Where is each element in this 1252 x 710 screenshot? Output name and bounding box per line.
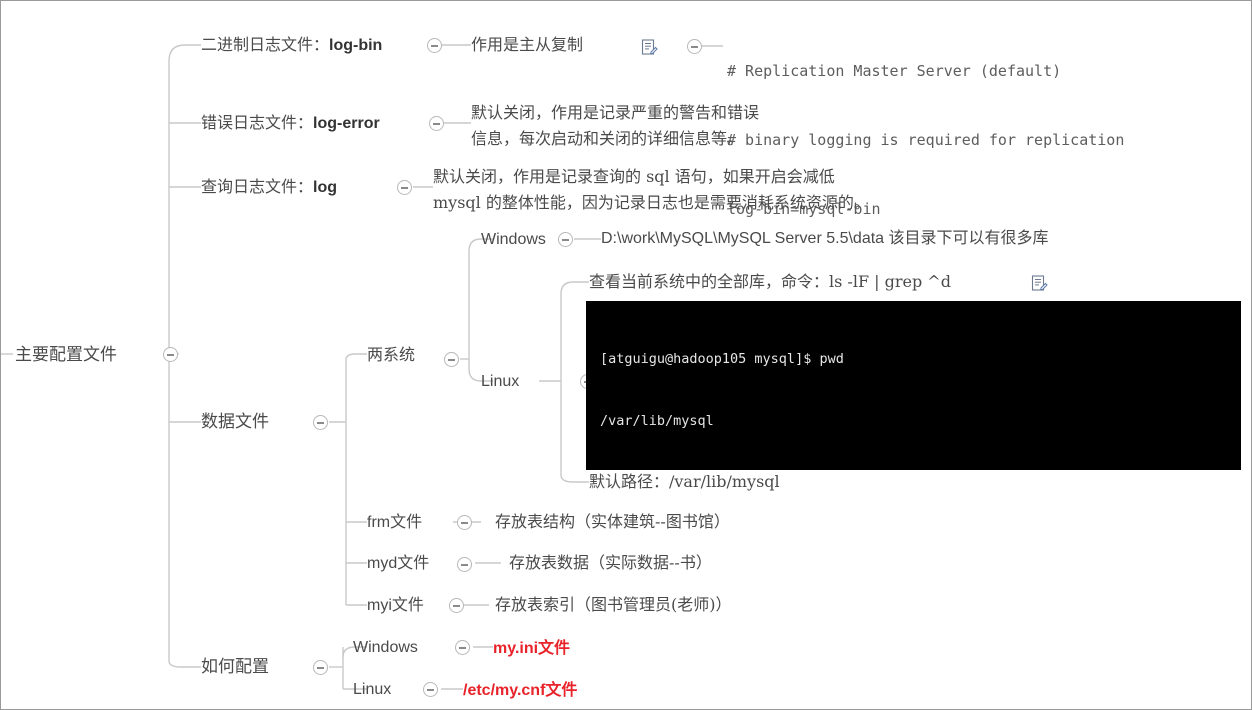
node-log-query-label-en: log (313, 179, 338, 196)
config-windows-file: my.ini文件 (493, 637, 570, 660)
node-frm-file-ext: frm (367, 514, 391, 531)
log-error-desc-line-2: 信息，每次启动和关闭的详细信息等。 (471, 129, 744, 148)
log-query-description: 默认关闭，作用是记录查询的 sql 语句，如果开启会减低 mysql 的整体性能… (433, 164, 870, 216)
node-log-bin[interactable]: 二进制日志文件：log-bin (201, 34, 382, 57)
terminal-line: /var/lib/mysql (600, 411, 1241, 432)
frm-file-description: 存放表结构（实体建筑--图书馆） (495, 512, 730, 531)
node-log-query-label-cn: 查询日志文件： (201, 177, 314, 196)
windows-datadir-description: D:\work\MySQL\MySQL Server 5.5\data 该目录下… (601, 228, 1049, 250)
node-how-to-config[interactable]: 如何配置 (201, 656, 269, 679)
root-node[interactable]: 主要配置文件 (15, 344, 117, 367)
config-os-windows[interactable]: Windows (353, 637, 418, 659)
root-collapse-toggle[interactable] (163, 347, 178, 362)
terminal-command: pwd (819, 350, 844, 367)
myd-file-toggle[interactable] (457, 557, 472, 572)
terminal-line: [atguigu@hadoop105 mysql]$ pwd (600, 349, 1241, 370)
data-file-collapse-toggle[interactable] (313, 415, 328, 430)
node-myi-file-suffix: 文件 (391, 595, 424, 614)
log-bin-description: 作用是主从复制 (471, 35, 584, 54)
config-windows-toggle[interactable] (455, 640, 470, 655)
myd-file-description: 存放表数据（实际数据--书） (509, 553, 712, 572)
log-error-description: 默认关闭，作用是记录严重的警告和错误 信息，每次启动和关闭的详细信息等。 (471, 100, 759, 152)
config-linux-file: /etc/my.cnf文件 (463, 679, 577, 702)
node-log-bin-label-en: log-bin (329, 37, 383, 54)
note-document-icon[interactable] (1031, 275, 1048, 292)
config-linux-toggle[interactable] (423, 682, 438, 697)
log-error-desc-line-1: 默认关闭，作用是记录严重的警告和错误 (471, 103, 760, 122)
node-frm-file[interactable]: frm文件 (367, 511, 422, 534)
linux-default-path: 默认路径：/var/lib/mysql (589, 472, 780, 491)
node-frm-file-suffix: 文件 (390, 512, 423, 531)
log-query-collapse-toggle[interactable] (397, 180, 412, 195)
myi-file-description: 存放表索引（图书管理员(老师)） (495, 595, 732, 614)
node-log-error-label-cn: 错误日志文件： (201, 113, 314, 132)
log-error-collapse-toggle[interactable] (429, 116, 444, 131)
linux-command-hint: 查看当前系统中的全部库，命令：ls -lF | grep ^d (589, 272, 951, 291)
node-myd-file-suffix: 文件 (397, 553, 430, 572)
log-query-desc-line-1: 默认关闭，作用是记录查询的 sql 语句，如果开启会减低 (433, 167, 835, 186)
code-line-2: # binary logging is required for replica… (727, 131, 1125, 149)
terminal-output: /var/lib/mysql (600, 412, 714, 429)
node-windows-datadir[interactable]: Windows (481, 229, 546, 251)
mindmap-canvas: 主要配置文件 二进制日志文件：log-bin 作用是主从复制 # Replica… (0, 0, 1252, 710)
windows-datadir-toggle[interactable] (558, 232, 573, 247)
node-log-error-label-en: log-error (313, 115, 380, 132)
node-myd-file[interactable]: myd文件 (367, 552, 429, 575)
config-windows-file-suffix: 文件 (538, 638, 571, 657)
code-line-1: # Replication Master Server (default) (727, 62, 1062, 80)
terminal-screenshot: [atguigu@hadoop105 mysql]$ pwd /var/lib/… (586, 301, 1241, 470)
config-linux-file-name: /etc/my.cnf (463, 682, 546, 699)
log-bin-collapse-toggle[interactable] (427, 38, 442, 53)
node-log-bin-label-cn: 二进制日志文件： (201, 35, 330, 54)
log-query-desc-line-2: mysql 的整体性能，因为记录日志也是需要消耗系统资源的。 (433, 193, 870, 212)
windows-datadir-desc-text: D:\work\MySQL\MySQL Server 5.5\data 该目录下… (601, 230, 1049, 247)
node-myi-file[interactable]: myi文件 (367, 594, 424, 617)
frm-file-toggle[interactable] (457, 515, 472, 530)
node-myd-file-ext: myd (367, 555, 398, 572)
node-log-query[interactable]: 查询日志文件：log (201, 176, 337, 199)
config-os-linux[interactable]: Linux (353, 679, 391, 701)
node-two-systems[interactable]: 两系统 (367, 344, 415, 366)
node-myi-file-ext: myi (367, 597, 392, 614)
myi-file-toggle[interactable] (449, 598, 464, 613)
config-windows-file-name: my.ini (493, 640, 539, 657)
node-data-file[interactable]: 数据文件 (201, 411, 269, 434)
node-log-error[interactable]: 错误日志文件：log-error (201, 112, 380, 135)
config-linux-file-suffix: 文件 (545, 680, 578, 699)
note-document-icon[interactable] (641, 39, 658, 56)
terminal-prompt: [atguigu@hadoop105 mysql]$ (600, 350, 820, 367)
node-linux-datadir[interactable]: Linux (481, 371, 519, 393)
two-systems-collapse-toggle[interactable] (444, 352, 459, 367)
how-to-config-toggle[interactable] (313, 660, 328, 675)
log-bin-note-toggle[interactable] (687, 39, 702, 54)
